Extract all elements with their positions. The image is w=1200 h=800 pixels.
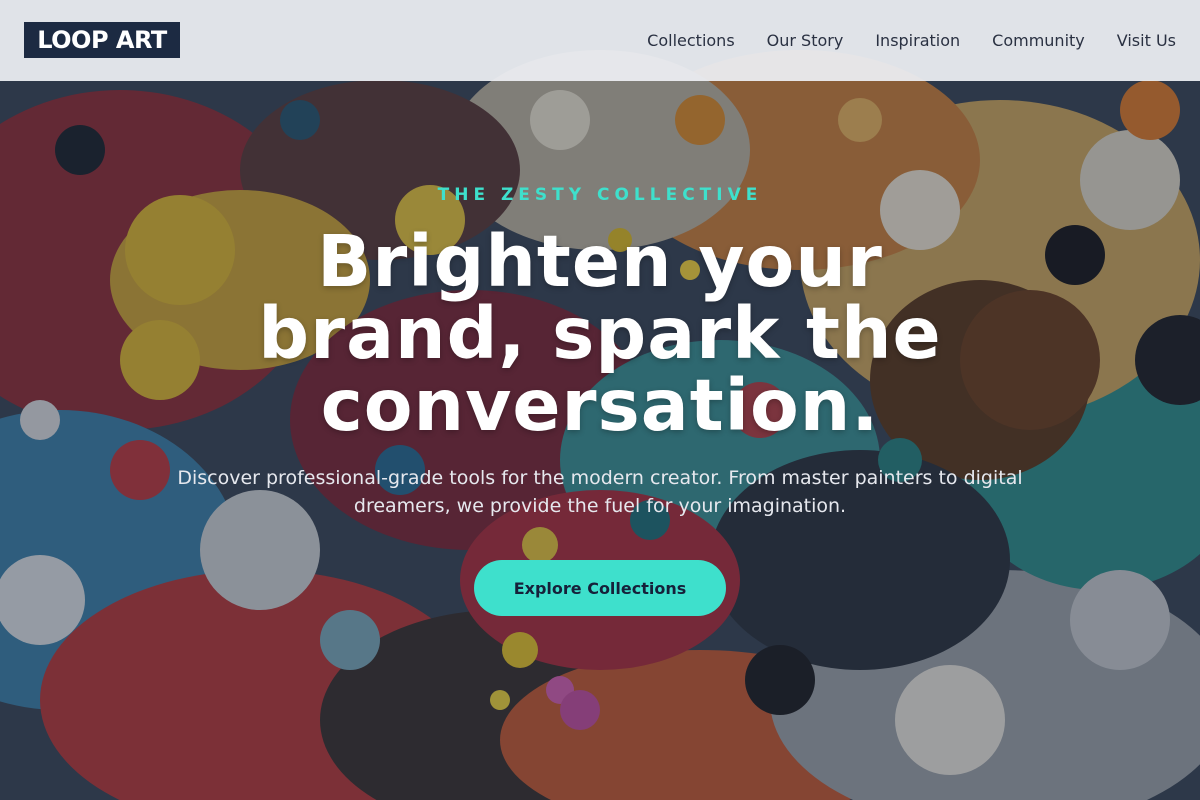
hero-headline: Brighten your brand, spark the conversat… <box>258 220 942 447</box>
brand-logo[interactable]: LOOP ART <box>24 22 180 58</box>
nav-link-community[interactable]: Community <box>992 31 1085 50</box>
nav-link-our-story[interactable]: Our Story <box>767 31 844 50</box>
top-navbar: LOOP ART Collections Our Story Inspirati… <box>0 0 1200 81</box>
nav-link-collections[interactable]: Collections <box>647 31 734 50</box>
main-nav: Collections Our Story Inspiration Commun… <box>647 0 1176 81</box>
nav-link-visit-us[interactable]: Visit Us <box>1117 31 1176 50</box>
hero-subtitle: Discover professional-grade tools for th… <box>177 467 1023 517</box>
nav-link-inspiration[interactable]: Inspiration <box>875 31 960 50</box>
hero-eyebrow: THE ZESTY COLLECTIVE <box>437 185 763 205</box>
hero-section: THE ZESTY COLLECTIVE Brighten your brand… <box>0 81 1200 800</box>
explore-collections-button[interactable]: Explore Collections <box>474 560 726 616</box>
